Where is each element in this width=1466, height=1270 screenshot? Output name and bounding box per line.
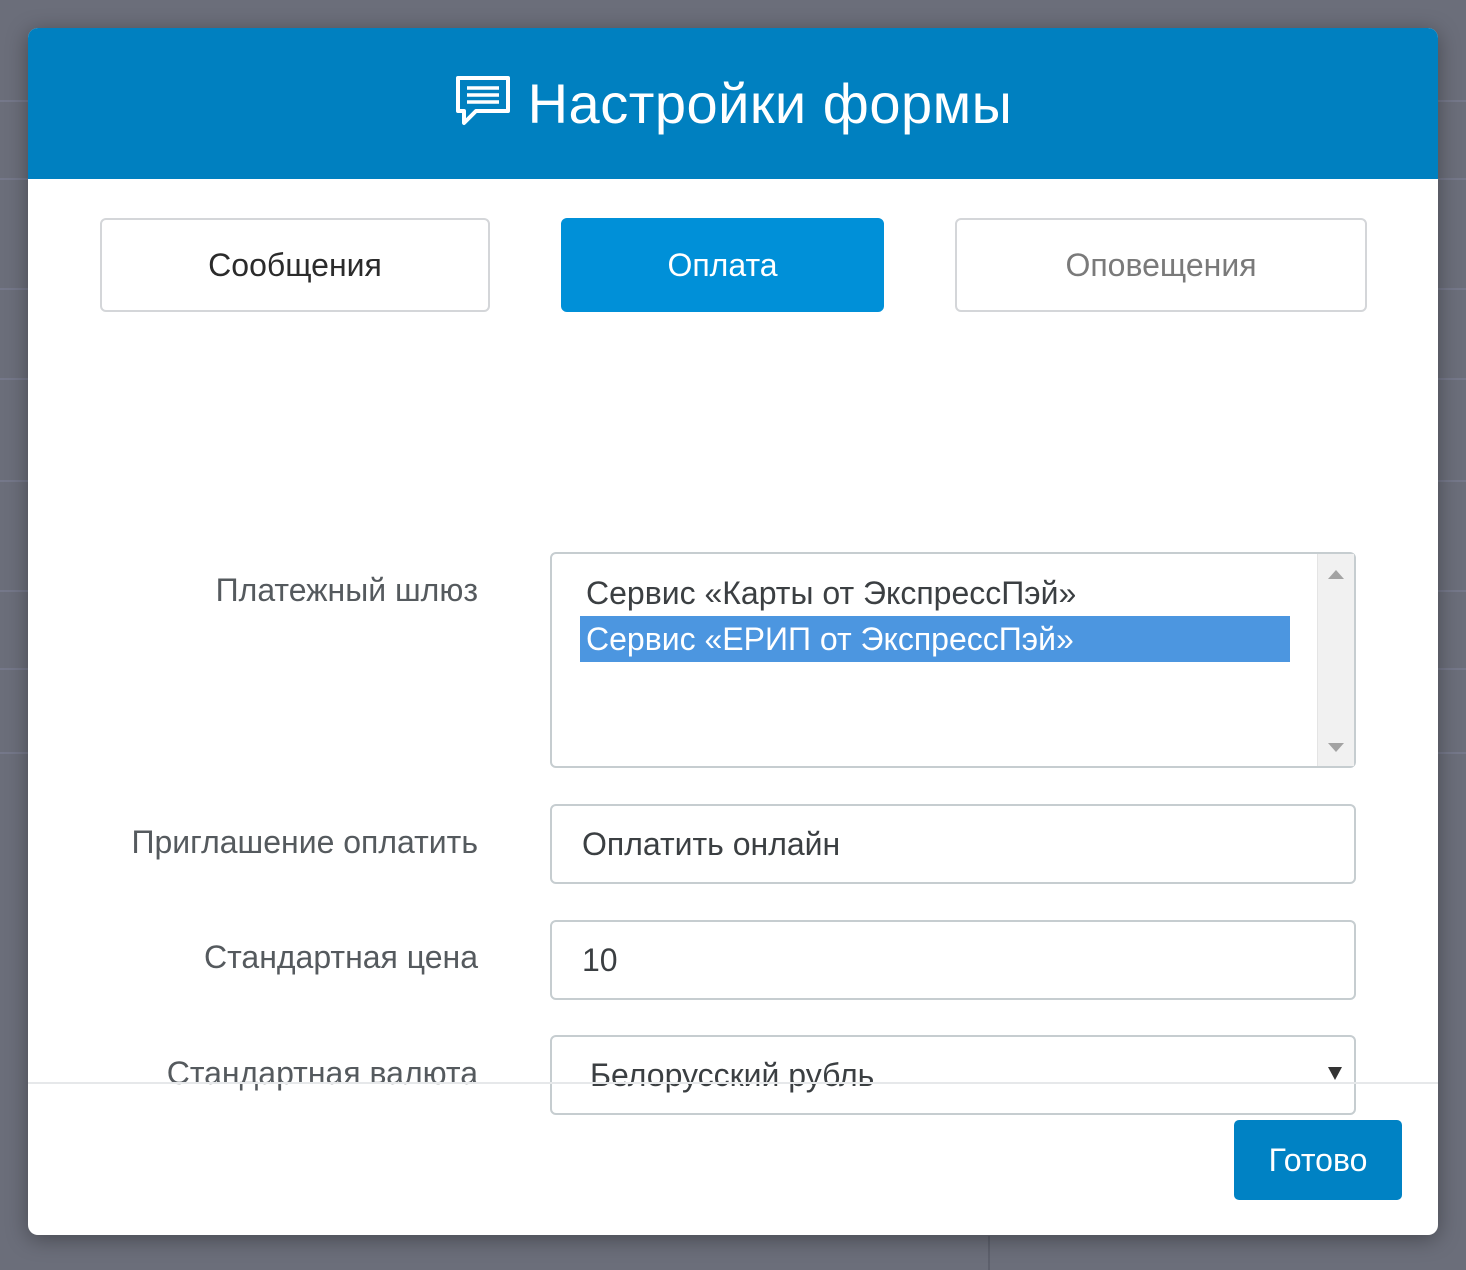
price-label: Стандартная цена — [203, 939, 478, 975]
form-settings-modal: Настройки формы Сообщения Оплата Оповеще… — [28, 28, 1438, 1235]
modal-title: Настройки формы — [527, 72, 1013, 135]
gateway-option[interactable]: Сервис «Карты от ЭкспрессПэй» — [580, 570, 1290, 616]
invite-label: Приглашение оплатить — [131, 824, 478, 860]
tab-payment[interactable]: Оплата — [561, 218, 884, 312]
price-input[interactable]: 10 — [550, 920, 1356, 1000]
settings-tabs: Сообщения Оплата Оповещения — [28, 218, 1438, 316]
scroll-up-arrow-icon[interactable] — [1328, 570, 1344, 579]
gateway-listbox[interactable]: Сервис «Карты от ЭкспрессПэй» Сервис «ЕР… — [550, 552, 1356, 768]
gateway-option-selected[interactable]: Сервис «ЕРИП от ЭкспрессПэй» — [580, 616, 1290, 662]
gateway-options: Сервис «Карты от ЭкспрессПэй» Сервис «ЕР… — [580, 570, 1290, 662]
chat-bubble-icon — [455, 75, 510, 125]
tab-messages[interactable]: Сообщения — [100, 218, 490, 312]
chevron-down-icon — [1328, 1067, 1342, 1080]
background-column-edge — [988, 1236, 990, 1270]
footer-divider — [28, 1082, 1438, 1084]
modal-header: Настройки формы — [28, 28, 1438, 179]
done-button[interactable]: Готово — [1234, 1120, 1402, 1200]
tab-notifications[interactable]: Оповещения — [955, 218, 1367, 312]
currency-select-value: Белорусский рубль — [590, 1057, 875, 1093]
scroll-down-arrow-icon[interactable] — [1328, 743, 1344, 752]
invite-input[interactable]: Оплатить онлайн — [550, 804, 1356, 884]
currency-label: Стандартная валюта — [166, 1055, 478, 1091]
listbox-scrollbar[interactable] — [1317, 554, 1354, 766]
gateway-label: Платежный шлюз — [215, 572, 478, 608]
currency-select[interactable]: Белорусский рубль — [550, 1035, 1356, 1115]
